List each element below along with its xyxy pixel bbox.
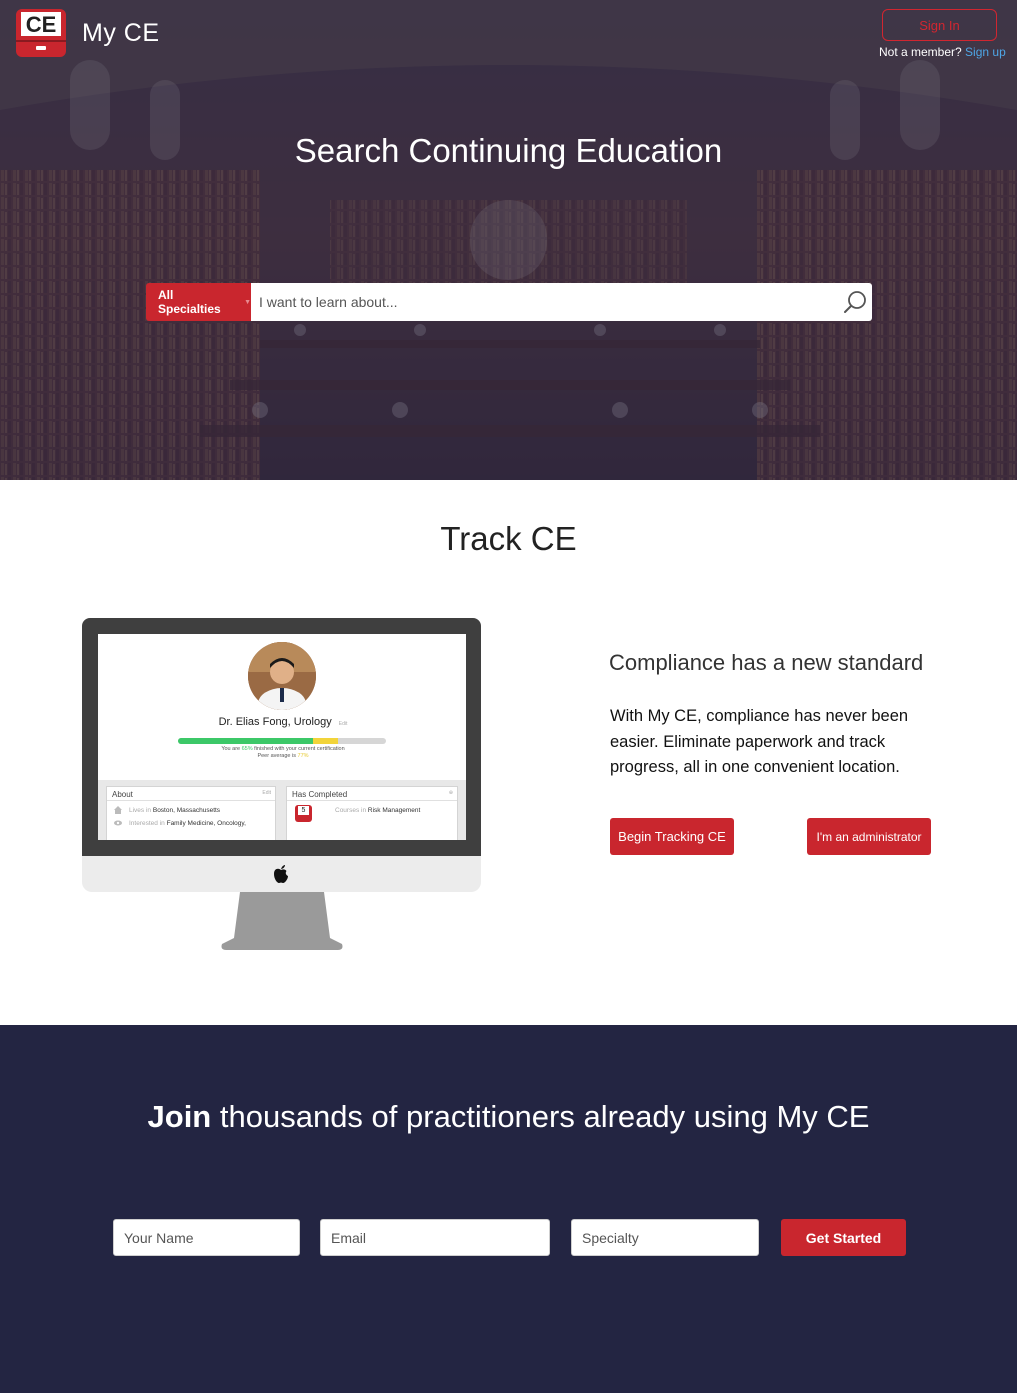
monitor-screen: Dr. Elias Fong, Urology Edit You are 65%… bbox=[98, 634, 466, 840]
administrator-button[interactable]: I'm an administrator bbox=[807, 818, 931, 855]
progress-suffix: finished with your current certification bbox=[254, 746, 345, 752]
completed-card-header: Has Completed ⊕ bbox=[287, 787, 457, 801]
specialty-dropdown-label: All Specialties bbox=[158, 288, 221, 316]
get-started-button[interactable]: Get Started bbox=[781, 1219, 906, 1256]
svg-text:CE: CE bbox=[26, 12, 57, 37]
caret-down-icon: ▼ bbox=[244, 298, 251, 306]
monitor-stand bbox=[221, 892, 343, 950]
specialty-field[interactable] bbox=[571, 1219, 759, 1256]
progress-prefix: You are bbox=[221, 746, 241, 752]
join-title-rest: thousands of practitioners already using… bbox=[219, 1099, 870, 1134]
home-icon bbox=[114, 806, 122, 814]
monitor-illustration: Dr. Elias Fong, Urology Edit You are 65%… bbox=[82, 618, 481, 950]
course-count: 5 bbox=[298, 806, 309, 815]
interested-in-row: Interested in Family Medicine, Oncology, bbox=[107, 814, 275, 827]
about-card-header: About Edit bbox=[107, 787, 275, 801]
lives-in-prefix: Lives in bbox=[129, 807, 152, 814]
compliance-description: With My CE, compliance has never been ea… bbox=[610, 707, 909, 776]
progress-caption: You are 65% finished with your current c… bbox=[98, 746, 466, 760]
interested-value: Family Medicine, Oncology, bbox=[166, 820, 246, 827]
search-icon[interactable] bbox=[842, 289, 868, 315]
lives-in-row: Lives in Boston, Massachusetts bbox=[107, 801, 275, 814]
about-card: About Edit Lives in Boston, Massachusett… bbox=[106, 786, 276, 840]
doctor-photo bbox=[248, 642, 316, 710]
completed-card: Has Completed ⊕ 5 Courses in Risk Manage… bbox=[286, 786, 458, 840]
profile-cards-area: About Edit Lives in Boston, Massachusett… bbox=[98, 780, 466, 840]
progress-value: 65% bbox=[241, 746, 253, 752]
about-edit-link: Edit bbox=[262, 790, 271, 796]
join-section: Join thousands of practitioners already … bbox=[0, 1025, 1017, 1393]
hero-title: Search Continuing Education bbox=[294, 132, 723, 169]
apple-icon bbox=[274, 865, 288, 883]
search-input[interactable] bbox=[251, 283, 872, 321]
edit-link: Edit bbox=[338, 721, 348, 727]
lives-in-value: Boston, Massachusetts bbox=[152, 807, 221, 814]
join-title: Join thousands of practitioners already … bbox=[0, 1099, 1017, 1135]
specialty-dropdown[interactable]: All Specialties ▼ bbox=[146, 283, 251, 321]
add-icon: ⊕ bbox=[448, 790, 453, 796]
brand-name[interactable]: My CE bbox=[82, 19, 160, 48]
member-prompt-text: Not a member? bbox=[879, 45, 962, 59]
ce-logo-icon[interactable]: CE bbox=[15, 8, 67, 58]
interested-prefix: Interested in bbox=[129, 820, 165, 827]
email-field[interactable] bbox=[320, 1219, 550, 1256]
begin-tracking-button[interactable]: Begin Tracking CE bbox=[610, 818, 734, 855]
track-ce-title: Track CE bbox=[440, 520, 577, 557]
peer-prefix: Peer average is bbox=[257, 753, 296, 759]
doctor-name-text: Dr. Elias Fong, Urology bbox=[218, 716, 332, 728]
certification-progress-bar bbox=[178, 738, 386, 744]
ce-badge-icon: 5 bbox=[295, 805, 312, 822]
courses-value: Risk Management bbox=[367, 807, 421, 814]
name-field[interactable] bbox=[113, 1219, 300, 1256]
compliance-heading: Compliance has a new standard bbox=[609, 650, 924, 675]
hero-overlay bbox=[0, 0, 1017, 480]
hero-section: CE My CE Sign In Not a member? Sign up S… bbox=[0, 0, 1017, 480]
member-prompt: Not a member? Sign up bbox=[879, 45, 1006, 59]
doctor-name: Dr. Elias Fong, Urology Edit bbox=[98, 716, 466, 728]
eye-icon bbox=[114, 820, 122, 826]
progress-fill bbox=[178, 738, 314, 744]
search-bar: All Specialties ▼ bbox=[146, 283, 872, 321]
courses-row: 5 Courses in Risk Management bbox=[287, 801, 457, 822]
about-card-title: About bbox=[112, 790, 133, 799]
completed-card-title: Has Completed bbox=[292, 790, 348, 799]
courses-prefix: Courses in bbox=[335, 807, 367, 814]
sign-in-button[interactable]: Sign In bbox=[882, 9, 997, 41]
peer-value: 77% bbox=[297, 753, 309, 759]
sign-up-link[interactable]: Sign up bbox=[965, 45, 1006, 59]
peer-average-fill bbox=[313, 738, 339, 744]
join-title-bold: Join bbox=[147, 1099, 212, 1134]
avatar bbox=[248, 642, 316, 710]
